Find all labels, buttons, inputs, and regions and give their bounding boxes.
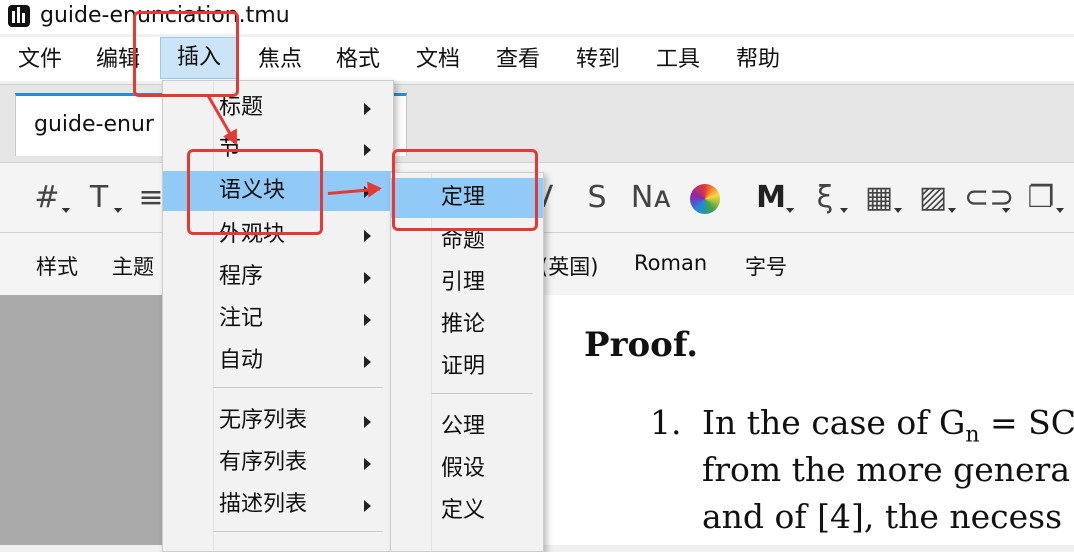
font-size-dropdown[interactable]: 字号	[745, 251, 787, 281]
image-icon[interactable]: ▨	[910, 175, 956, 221]
math-m-icon[interactable]: M	[748, 175, 794, 221]
line1-text: In the case of G	[702, 403, 966, 442]
hash-icon[interactable]: #	[24, 175, 70, 221]
menu-item-note[interactable]: 注记	[163, 299, 393, 339]
menu-item-lemma[interactable]: 引理	[391, 263, 543, 303]
menu-item-hypothesis[interactable]: 假设	[391, 449, 543, 489]
menu-separator	[431, 393, 533, 394]
menu-file[interactable]: 文件	[2, 43, 78, 77]
menu-item-corollary[interactable]: 推论	[391, 305, 543, 345]
chevron-right-icon	[364, 416, 371, 428]
chevron-right-icon	[364, 314, 371, 326]
app-logo-icon	[8, 5, 30, 27]
color-wheel-icon[interactable]	[682, 175, 728, 221]
chevron-right-icon	[364, 272, 371, 284]
menu-separator	[213, 531, 383, 532]
chevron-right-icon	[364, 103, 371, 115]
menu-item-ordered-list[interactable]: 有序列表	[163, 443, 393, 483]
annotation-box-insert	[133, 11, 239, 97]
document-line-1: In the case of Gn = SC	[702, 403, 1074, 448]
editor-margin	[0, 295, 165, 545]
annotation-box-semantic-block	[187, 149, 323, 235]
menu-item-unordered-list[interactable]: 无序列表	[163, 401, 393, 441]
menu-item-axiom[interactable]: 公理	[391, 407, 543, 447]
insert-text-icon[interactable]: T	[76, 175, 122, 221]
menu-tools[interactable]: 工具	[640, 43, 716, 77]
menu-item-definition[interactable]: 定义	[391, 491, 543, 531]
chevron-right-icon	[364, 500, 371, 512]
chevron-right-icon	[364, 356, 371, 368]
chevron-right-icon	[364, 458, 371, 470]
annotation-box-theorem	[392, 149, 538, 231]
sans-serif-icon[interactable]: S	[574, 175, 620, 221]
menu-item-proof[interactable]: 证明	[391, 347, 543, 387]
small-caps-icon[interactable]: Nᴀ	[628, 175, 674, 221]
menu-item-auto[interactable]: 自动	[163, 341, 393, 381]
document-page[interactable]: Proof. 1. In the case of Gn = SC from th…	[540, 295, 1074, 545]
line1-end: = SC	[979, 403, 1074, 442]
list-number: 1.	[650, 403, 682, 442]
menu-format[interactable]: 格式	[320, 43, 396, 77]
document-tab-label: guide-enur	[34, 112, 154, 137]
chevron-right-icon	[364, 144, 371, 156]
menu-item-program[interactable]: 程序	[163, 257, 393, 297]
menu-item-description-list[interactable]: 描述列表	[163, 485, 393, 525]
xi-icon[interactable]: ξ	[802, 175, 848, 221]
theme-dropdown[interactable]: 主题	[112, 251, 154, 281]
line1-subscript: n	[965, 422, 980, 448]
document-line-2: from the more genera	[702, 450, 1071, 489]
proof-heading: Proof.	[584, 325, 699, 365]
language-dropdown[interactable]: (英国)	[540, 251, 598, 281]
link-icon[interactable]: ⊂⊃	[964, 175, 1014, 221]
menu-view[interactable]: 查看	[480, 43, 556, 77]
chevron-right-icon	[364, 230, 371, 242]
menu-go[interactable]: 转到	[560, 43, 636, 77]
font-dropdown[interactable]: Roman	[634, 251, 707, 275]
menu-document[interactable]: 文档	[400, 43, 476, 77]
menu-focus[interactable]: 焦点	[242, 43, 318, 77]
menu-help[interactable]: 帮助	[720, 43, 796, 77]
style-dropdown[interactable]: 样式	[36, 251, 78, 281]
document-line-3: and of [4], the necess	[702, 497, 1063, 536]
copy-icon[interactable]: ❐	[1018, 175, 1064, 221]
menu-separator	[213, 387, 383, 388]
table-icon[interactable]: ▦	[856, 175, 902, 221]
